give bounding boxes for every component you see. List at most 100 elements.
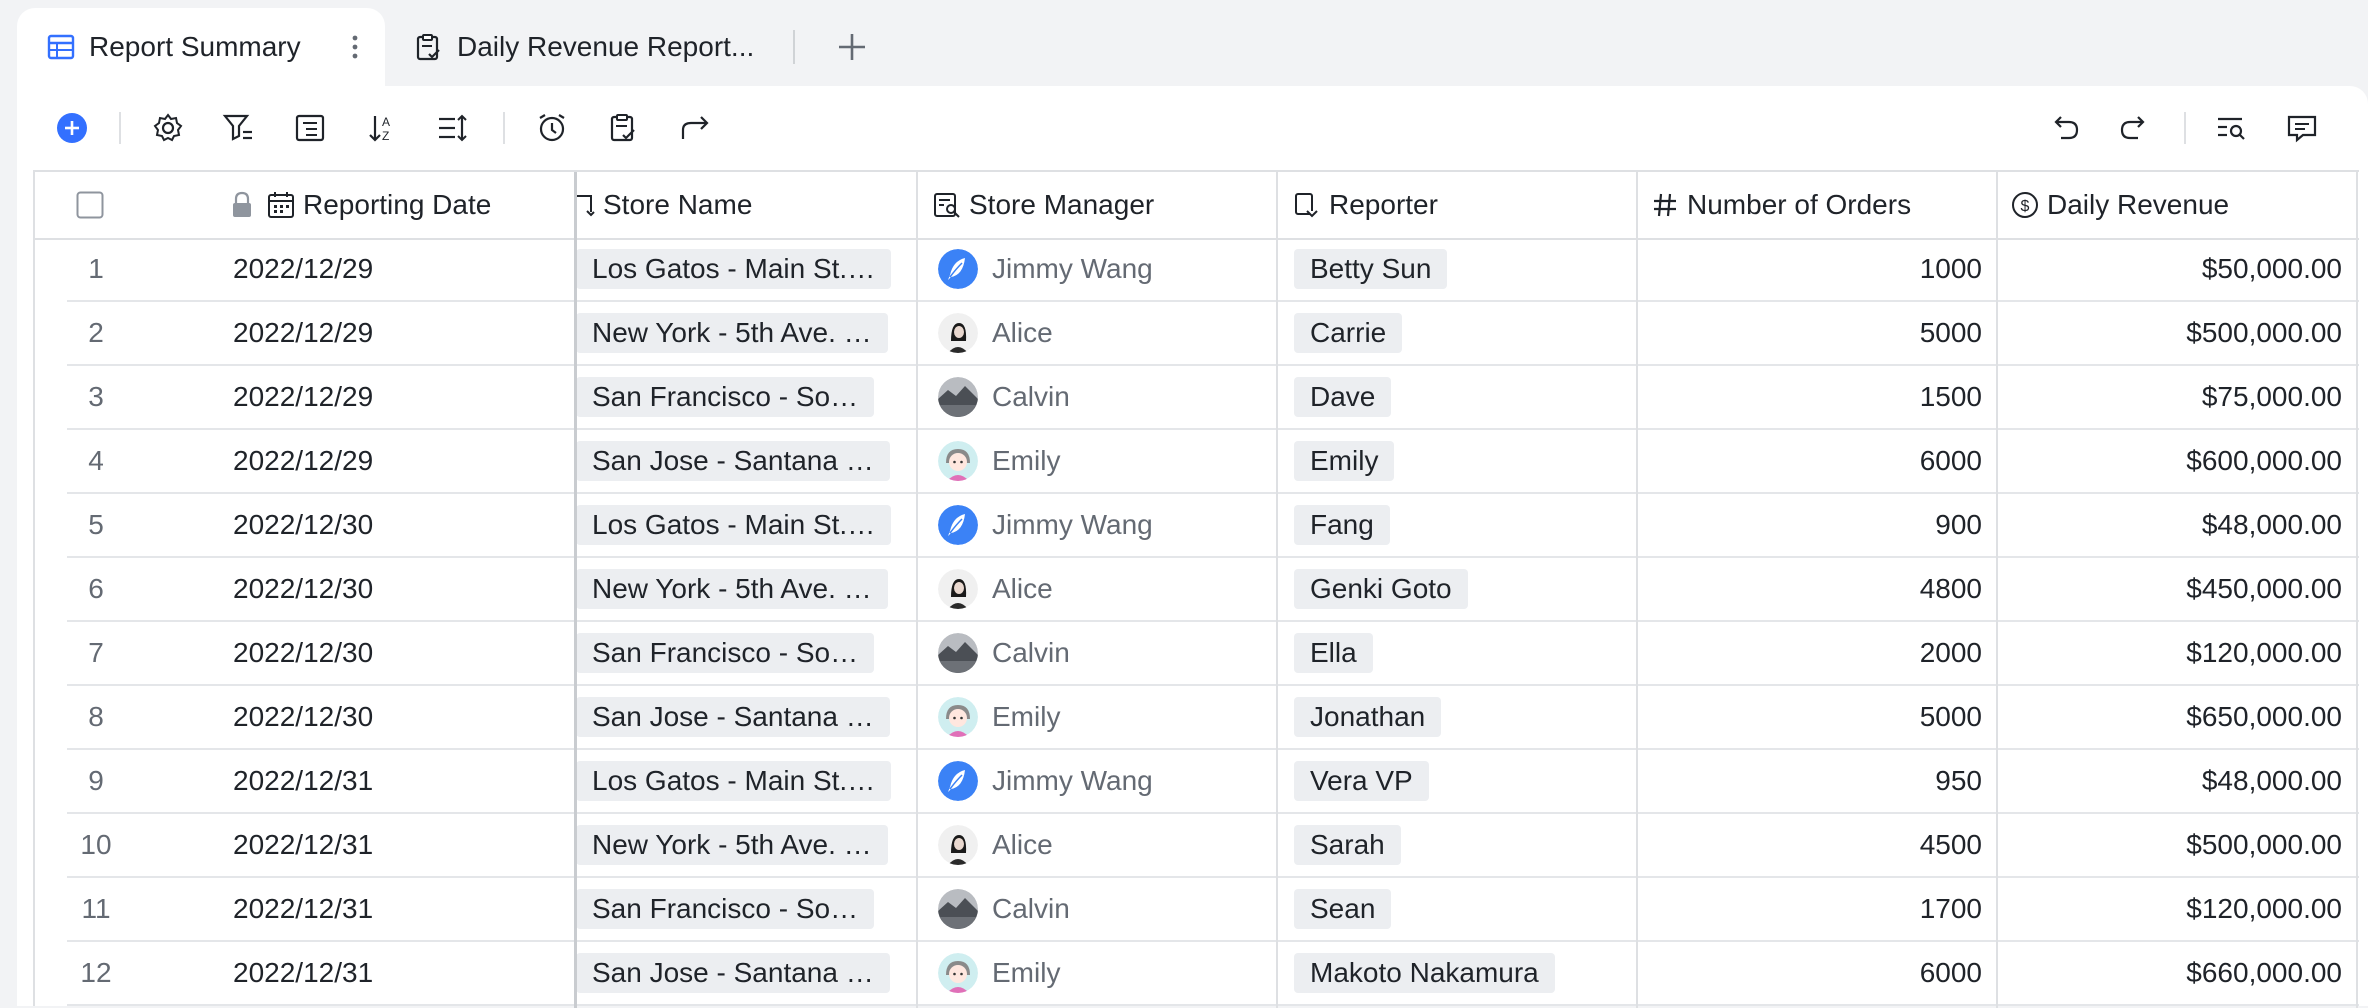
- table-row[interactable]: 6 2022/12/30 New York - 5th Ave. … Alice…: [35, 558, 2359, 622]
- store-name-cell[interactable]: San Jose - Santana …: [576, 430, 916, 492]
- number-of-orders-cell[interactable]: 1500: [1638, 366, 1996, 428]
- table-row[interactable]: 12 2022/12/31 San Jose - Santana … Emily…: [35, 942, 2359, 1006]
- reporter-cell[interactable]: Sarah: [1278, 814, 1636, 876]
- store-manager-cell[interactable]: Emily: [918, 430, 1276, 492]
- reporter-cell[interactable]: Betty Sun: [1278, 238, 1636, 300]
- store-manager-cell[interactable]: Jimmy Wang: [918, 750, 1276, 812]
- reporter-cell[interactable]: Makoto Nakamura: [1278, 942, 1636, 1004]
- daily-revenue-cell[interactable]: $48,000.00: [1998, 494, 2356, 556]
- table-row[interactable]: 3 2022/12/29 San Francisco - So… Calvin …: [35, 366, 2359, 430]
- number-of-orders-cell[interactable]: 6000: [1638, 430, 1996, 492]
- reporting-date-cell[interactable]: 2022/12/29: [233, 302, 573, 364]
- add-tab-plus-icon[interactable]: [833, 28, 871, 66]
- reporter-cell[interactable]: Vera VP: [1278, 750, 1636, 812]
- daily-revenue-cell[interactable]: $50,000.00: [1998, 238, 2356, 300]
- daily-revenue-cell[interactable]: $450,000.00: [1998, 558, 2356, 620]
- number-of-orders-cell[interactable]: 6000: [1638, 942, 1996, 1004]
- tab-daily-revenue-report[interactable]: Daily Revenue Report...: [415, 8, 795, 86]
- store-name-cell[interactable]: San Jose - Santana …: [576, 942, 916, 1004]
- store-manager-cell[interactable]: Jimmy Wang: [918, 494, 1276, 556]
- store-name-cell[interactable]: San Jose - Santana …: [576, 686, 916, 748]
- tab-report-summary[interactable]: Report Summary: [17, 8, 385, 86]
- form-icon[interactable]: [606, 110, 642, 146]
- number-of-orders-cell[interactable]: 4500: [1638, 814, 1996, 876]
- table-row[interactable]: 7 2022/12/30 San Francisco - So… Calvin …: [35, 622, 2359, 686]
- column-header-reporter[interactable]: Reporter: [1293, 172, 1653, 238]
- group-icon[interactable]: [292, 110, 328, 146]
- store-manager-cell[interactable]: Emily: [918, 686, 1276, 748]
- reporter-cell[interactable]: Carrie: [1278, 302, 1636, 364]
- more-options-icon[interactable]: [345, 30, 365, 64]
- row-height-icon[interactable]: [435, 110, 471, 146]
- store-manager-cell[interactable]: Alice: [918, 302, 1276, 364]
- store-name-cell[interactable]: New York - 5th Ave. …: [576, 814, 916, 876]
- number-of-orders-cell[interactable]: 4800: [1638, 558, 1996, 620]
- column-header-store-name[interactable]: Store Name: [575, 172, 935, 238]
- reporter-cell[interactable]: Sean: [1278, 878, 1636, 940]
- store-name-cell[interactable]: San Francisco - So…: [576, 366, 916, 428]
- store-manager-cell[interactable]: Calvin: [918, 366, 1276, 428]
- store-name-cell[interactable]: San Francisco - So…: [576, 622, 916, 684]
- column-header-reporting-date[interactable]: Reporting Date: [231, 172, 601, 238]
- reporting-date-cell[interactable]: 2022/12/31: [233, 814, 573, 876]
- number-of-orders-cell[interactable]: 1000: [1638, 238, 1996, 300]
- store-name-cell[interactable]: New York - 5th Ave. …: [576, 302, 916, 364]
- store-manager-cell[interactable]: Alice: [918, 814, 1276, 876]
- redo-icon[interactable]: [2117, 110, 2153, 146]
- daily-revenue-cell[interactable]: $48,000.00: [1998, 750, 2356, 812]
- reporting-date-cell[interactable]: 2022/12/29: [233, 238, 573, 300]
- add-record-icon[interactable]: [54, 110, 90, 146]
- store-manager-cell[interactable]: Calvin: [918, 622, 1276, 684]
- number-of-orders-cell[interactable]: 5000: [1638, 302, 1996, 364]
- store-name-cell[interactable]: Los Gatos - Main St.…: [576, 494, 916, 556]
- reporter-cell[interactable]: Dave: [1278, 366, 1636, 428]
- daily-revenue-cell[interactable]: $600,000.00: [1998, 430, 2356, 492]
- column-header-daily-revenue[interactable]: $ Daily Revenue: [2011, 172, 2361, 238]
- store-manager-cell[interactable]: Calvin: [918, 878, 1276, 940]
- table-row[interactable]: 4 2022/12/29 San Jose - Santana … Emily …: [35, 430, 2359, 494]
- store-manager-cell[interactable]: Emily: [918, 942, 1276, 1004]
- reporting-date-cell[interactable]: 2022/12/31: [233, 878, 573, 940]
- daily-revenue-cell[interactable]: $660,000.00: [1998, 942, 2356, 1004]
- daily-revenue-cell[interactable]: $650,000.00: [1998, 686, 2356, 748]
- number-of-orders-cell[interactable]: 1700: [1638, 878, 1996, 940]
- store-manager-cell[interactable]: Jimmy Wang: [918, 238, 1276, 300]
- store-name-cell[interactable]: New York - 5th Ave. …: [576, 558, 916, 620]
- number-of-orders-cell[interactable]: 5000: [1638, 686, 1996, 748]
- undo-icon[interactable]: [2046, 110, 2082, 146]
- number-of-orders-cell[interactable]: 950: [1638, 750, 1996, 812]
- reporting-date-cell[interactable]: 2022/12/31: [233, 942, 573, 1004]
- automation-icon[interactable]: [534, 110, 570, 146]
- reporting-date-cell[interactable]: 2022/12/29: [233, 366, 573, 428]
- daily-revenue-cell[interactable]: $120,000.00: [1998, 878, 2356, 940]
- table-row[interactable]: 10 2022/12/31 New York - 5th Ave. … Alic…: [35, 814, 2359, 878]
- table-row[interactable]: 11 2022/12/31 San Francisco - So… Calvin…: [35, 878, 2359, 942]
- reporter-cell[interactable]: Jonathan: [1278, 686, 1636, 748]
- reporting-date-cell[interactable]: 2022/12/30: [233, 494, 573, 556]
- share-icon[interactable]: [677, 110, 713, 146]
- daily-revenue-cell[interactable]: $500,000.00: [1998, 302, 2356, 364]
- select-all-checkbox[interactable]: [65, 172, 115, 238]
- number-of-orders-cell[interactable]: 900: [1638, 494, 1996, 556]
- table-row[interactable]: 9 2022/12/31 Los Gatos - Main St.… Jimmy…: [35, 750, 2359, 814]
- daily-revenue-cell[interactable]: $500,000.00: [1998, 814, 2356, 876]
- filter-icon[interactable]: [220, 110, 256, 146]
- store-name-cell[interactable]: San Francisco - So…: [576, 878, 916, 940]
- number-of-orders-cell[interactable]: 2000: [1638, 622, 1996, 684]
- search-icon[interactable]: [2213, 110, 2249, 146]
- table-row[interactable]: 1 2022/12/29 Los Gatos - Main St.… Jimmy…: [35, 238, 2359, 302]
- comment-icon[interactable]: [2284, 110, 2320, 146]
- store-manager-cell[interactable]: Alice: [918, 558, 1276, 620]
- daily-revenue-cell[interactable]: $75,000.00: [1998, 366, 2356, 428]
- table-row[interactable]: 2 2022/12/29 New York - 5th Ave. … Alice…: [35, 302, 2359, 366]
- column-header-number-of-orders[interactable]: Number of Orders: [1651, 172, 2011, 238]
- sort-icon[interactable]: AZ: [365, 110, 401, 146]
- reporter-cell[interactable]: Ella: [1278, 622, 1636, 684]
- store-name-cell[interactable]: Los Gatos - Main St.…: [576, 750, 916, 812]
- settings-icon[interactable]: [150, 110, 186, 146]
- store-name-cell[interactable]: Los Gatos - Main St.…: [576, 238, 916, 300]
- reporting-date-cell[interactable]: 2022/12/29: [233, 430, 573, 492]
- reporter-cell[interactable]: Genki Goto: [1278, 558, 1636, 620]
- reporting-date-cell[interactable]: 2022/12/30: [233, 622, 573, 684]
- reporter-cell[interactable]: Fang: [1278, 494, 1636, 556]
